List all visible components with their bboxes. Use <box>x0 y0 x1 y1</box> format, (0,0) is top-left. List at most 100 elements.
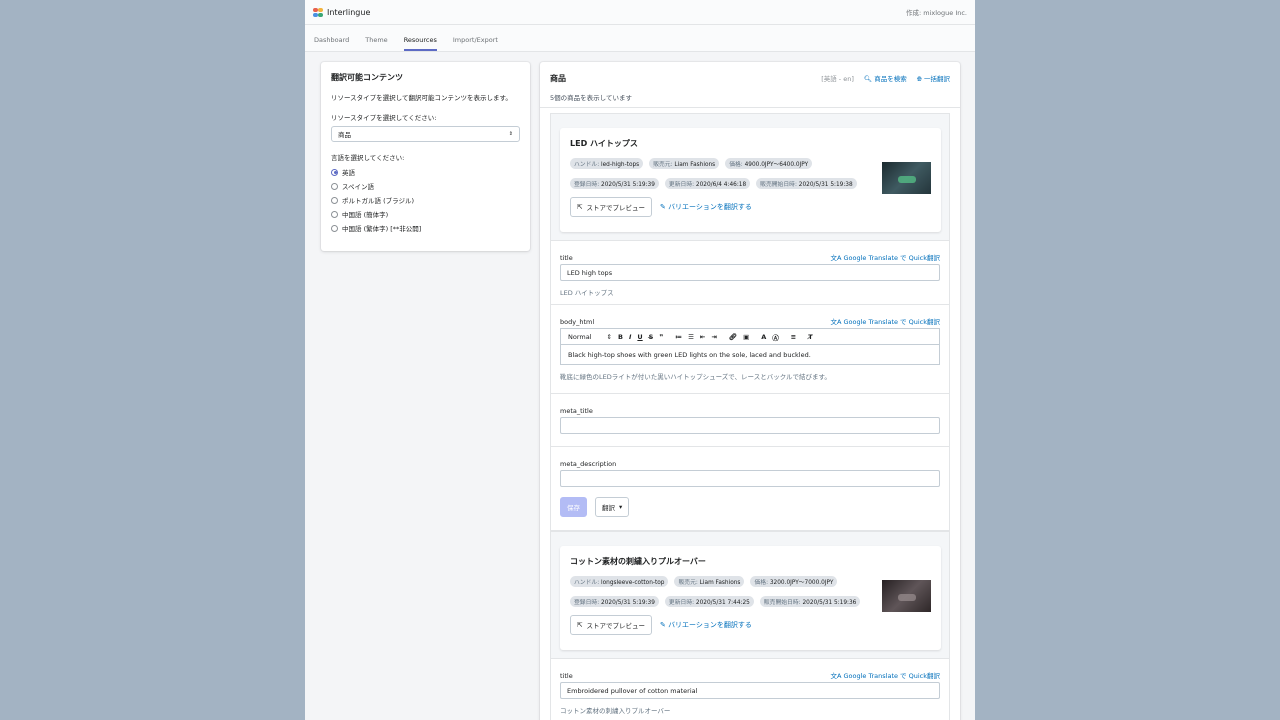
radio-icon[interactable] <box>331 210 338 218</box>
badge-value: 2020/5/31 5:19:36 <box>802 600 857 606</box>
tab-resources[interactable]: Resources <box>403 25 445 51</box>
title-translation-input[interactable]: Embroidered pullover of cotton material <box>560 682 940 699</box>
badge-key: 更新日時: <box>668 182 695 188</box>
badge-value: 4900.0JPY〜6400.0JPY <box>744 162 809 168</box>
select-arrows-icon: ⇕ <box>606 332 612 341</box>
badge-value: Liam Fashions <box>699 580 741 586</box>
vendor-badge: 販売元: Liam Fashions <box>674 576 745 587</box>
handle-badge: ハンドル: longsleeve-cotton-top <box>570 576 669 587</box>
price-badge: 価格: 3200.0JPY〜7000.0JPY <box>750 576 838 587</box>
language-tag: [英語 - en] <box>821 75 854 83</box>
app-logo-icon <box>313 7 323 17</box>
tab-dashboard[interactable]: Dashboard <box>314 25 357 51</box>
title-field-section: title 文A Google Translate で Quick翻訳 LED … <box>551 240 949 304</box>
language-option-zh-tw[interactable]: 中国語 (繁体字) [**非公開] <box>331 221 520 235</box>
store-preview-button[interactable]: ⇱ ストアでプレビュー <box>570 197 652 217</box>
language-option-zh-cn[interactable]: 中国語 (簡体字) <box>331 207 520 221</box>
product-actions: ⇱ ストアでプレビュー ✎ バリエーションを翻訳する <box>570 615 931 635</box>
meta-title-field-section: meta_title <box>551 393 949 446</box>
meta-title-input[interactable] <box>560 417 940 434</box>
image-icon[interactable]: ▣ <box>743 333 749 341</box>
resource-selector-card: 翻訳可能コンテンツ リソースタイプを選択して翻訳可能コンテンツを表示します。 リ… <box>321 62 530 251</box>
external-link-icon: ⇱ <box>577 203 583 211</box>
globe-icon: 🌐︎ <box>916 74 922 83</box>
format-select-value: Normal <box>568 332 592 341</box>
bullet-list-icon[interactable]: ☰ <box>688 333 694 341</box>
align-icon[interactable]: ≡ <box>791 333 796 341</box>
language-option-label: 英語 <box>342 169 355 177</box>
language-option-en[interactable]: 英語 <box>331 165 520 179</box>
badge-key: 価格: <box>754 580 769 586</box>
language-option-pt-br[interactable]: ポルトガル語 (ブラジル) <box>331 193 520 207</box>
link-icon[interactable]: 🔗︎ <box>729 333 737 341</box>
author-label: 作成: mixlogue Inc. <box>905 9 967 17</box>
rich-text-editor: Normal ⇕ B I U S̶ ❞ ≔ ☰ ⇤ ⇥ 🔗︎ ▣ A Ⓐ ≡ T… <box>560 328 940 365</box>
tab-theme[interactable]: Theme <box>365 25 395 51</box>
tab-import-export[interactable]: Import/Export <box>453 25 506 51</box>
source-text: 靴底に緑色のLEDライトが付いた黒いハイトップシューズで、レースとバックルで結び… <box>560 373 831 381</box>
resource-type-label: リソースタイプを選択してください: <box>331 114 437 122</box>
quick-translate-link[interactable]: 文A Google Translate で Quick翻訳 <box>830 252 940 262</box>
badge-key: ハンドル: <box>574 162 600 168</box>
language-option-es[interactable]: スペイン語 <box>331 179 520 193</box>
translate-variations-link[interactable]: ✎ バリエーションを翻訳する <box>660 202 752 212</box>
handle-badge: ハンドル: led-high-tops <box>570 158 644 169</box>
product-thumbnail <box>882 580 931 612</box>
language-option-label: 中国語 (繁体字) [**非公開] <box>342 225 422 233</box>
search-icon: 🔍︎ <box>863 75 873 83</box>
radio-selected-icon[interactable] <box>331 168 338 176</box>
updated-badge: 更新日時: 2020/6/4 4:46:18 <box>664 178 751 189</box>
editor-content[interactable]: Black high-top shoes with green LED ligh… <box>561 345 939 364</box>
quick-translate-link[interactable]: 文A Google Translate で Quick翻訳 <box>830 670 940 680</box>
outdent-icon[interactable]: ⇤ <box>700 333 705 341</box>
badge-value: longsleeve-cotton-top <box>601 580 665 586</box>
badge-value: 3200.0JPY〜7000.0JPY <box>769 580 834 586</box>
store-preview-button[interactable]: ⇱ ストアでプレビュー <box>570 615 652 635</box>
badge-value: 2020/6/4 4:46:18 <box>695 182 747 188</box>
strike-icon[interactable]: S̶ <box>649 333 654 341</box>
ordered-list-icon[interactable]: ≔ <box>675 333 682 341</box>
quick-translate-label: Google Translate で Quick翻訳 <box>843 318 940 326</box>
card-description: リソースタイプを選択して翻訳可能コンテンツを表示します。 <box>331 94 512 102</box>
badge-key: 価格: <box>729 162 743 168</box>
product-block: コットン素材の刺繍入りプルオーバー ハンドル: longsleeve-cotto… <box>550 531 950 720</box>
radio-icon[interactable] <box>331 182 338 190</box>
indent-icon[interactable]: ⇥ <box>711 333 716 341</box>
underline-icon[interactable]: U <box>637 333 642 341</box>
nav-tabs: Dashboard Theme Resources Import/Export <box>305 25 975 52</box>
select-value: 商品 <box>338 131 351 139</box>
title-translation-input[interactable]: LED high tops <box>560 264 940 281</box>
save-button[interactable]: 保存 <box>560 497 587 517</box>
field-label: meta_title <box>560 407 593 415</box>
store-preview-label: ストアでプレビュー <box>586 622 645 630</box>
search-products-link[interactable]: 🔍︎ 商品を検索 <box>864 73 907 83</box>
translate-variations-link[interactable]: ✎ バリエーションを翻訳する <box>660 620 752 630</box>
language-option-label: 中国語 (簡体字) <box>342 211 389 219</box>
translate-dropdown-button[interactable]: 翻訳 ▾ <box>595 497 630 517</box>
radio-icon[interactable] <box>331 224 338 232</box>
caret-down-icon: ▾ <box>619 503 623 511</box>
quote-icon[interactable]: ❞ <box>659 333 663 341</box>
products-card: 商品 [英語 - en] 🔍︎ 商品を検索 🌐︎ 一括翻訳 5個の商品を表示して… <box>540 62 960 720</box>
source-text: コットン素材の刺繍入りプルオーバー <box>560 707 671 715</box>
app-window: Interlingue 作成: mixlogue Inc. Dashboard … <box>305 0 975 720</box>
app-name: Interlingue <box>327 7 371 17</box>
radio-icon[interactable] <box>331 196 338 204</box>
product-thumbnail <box>882 162 931 194</box>
quick-translate-link[interactable]: 文A Google Translate で Quick翻訳 <box>830 316 940 326</box>
language-option-label: スペイン語 <box>342 183 375 191</box>
text-color-icon[interactable]: A <box>761 333 766 341</box>
product-actions: ⇱ ストアでプレビュー ✎ バリエーションを翻訳する <box>570 197 931 217</box>
format-select[interactable]: Normal ⇕ <box>568 333 612 341</box>
background-color-icon[interactable]: Ⓐ <box>772 332 779 342</box>
resource-type-select[interactable]: 商品 ⇕ <box>331 126 520 142</box>
translate-dropdown-label: 翻訳 <box>602 504 615 512</box>
clear-format-icon[interactable]: T̸ <box>808 333 812 341</box>
meta-description-field-section: meta_description 保存 翻訳 ▾ <box>551 446 949 530</box>
bold-icon[interactable]: B <box>618 333 623 341</box>
bulk-translate-link[interactable]: 🌐︎ 一括翻訳 <box>917 73 950 84</box>
meta-description-input[interactable] <box>560 470 940 487</box>
badge-key: 販売開始日時: <box>760 182 797 188</box>
published-badge: 販売開始日時: 2020/5/31 5:19:36 <box>759 596 861 607</box>
italic-icon[interactable]: I <box>629 333 631 341</box>
